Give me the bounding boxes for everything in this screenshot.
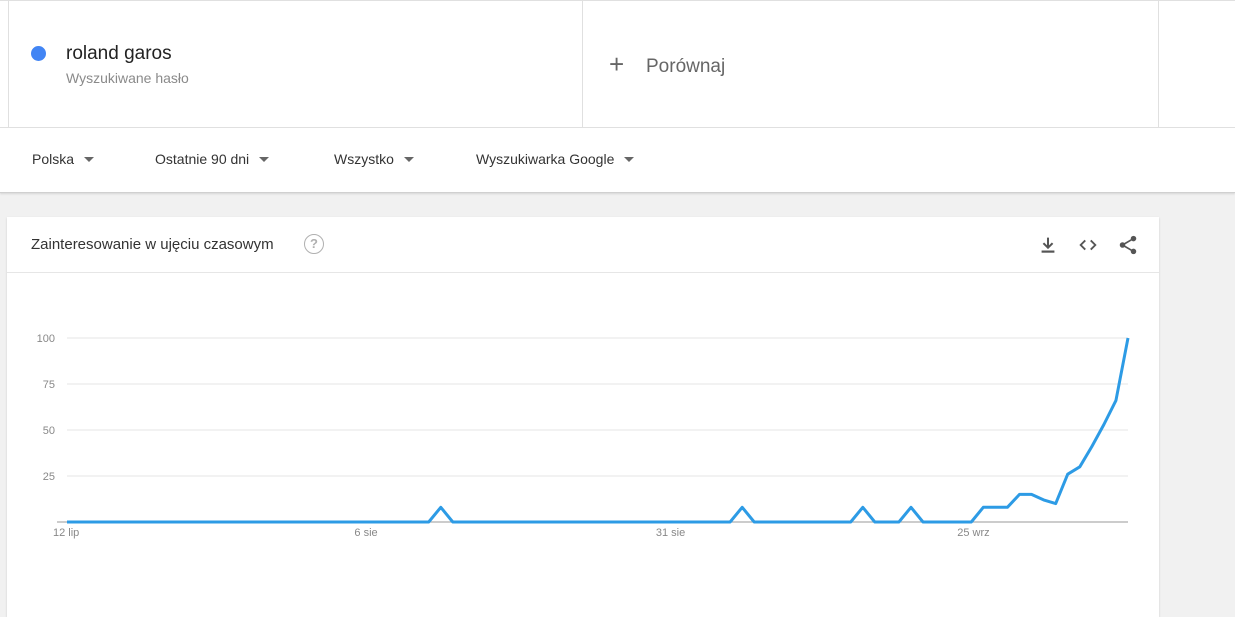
plus-icon: +: [609, 49, 625, 79]
filter-search-type[interactable]: Wyszukiwarka Google: [476, 151, 635, 167]
caret-down-icon: [403, 156, 414, 162]
search-terms-bar: roland garos Wyszukiwane hasło + Porówna…: [0, 0, 1235, 128]
search-term-subtitle: Wyszukiwane hasło: [66, 70, 189, 86]
y-tick-label: 50: [43, 425, 55, 437]
x-tick-label: 25 wrz: [957, 527, 989, 539]
compare-label: Porównaj: [646, 56, 726, 77]
search-term-name[interactable]: roland garos: [66, 43, 172, 65]
embed-icon[interactable]: [1077, 234, 1099, 256]
card-title: Zainteresowanie w ujęciu czasowym: [31, 236, 274, 253]
filter-time-range[interactable]: Ostatnie 90 dni: [155, 151, 270, 167]
x-tick-label: 12 lip: [53, 527, 79, 539]
chart-grid: [57, 337, 1128, 523]
caret-down-icon: [84, 156, 95, 162]
y-tick-label: 75: [43, 379, 55, 391]
explore-header: roland garos Wyszukiwane hasło + Porówna…: [0, 0, 1235, 193]
card-header: Zainteresowanie w ujęciu czasowym ?: [7, 217, 1159, 273]
compare-button[interactable]: + Porównaj: [583, 1, 1159, 128]
filters-bar: Polska Ostatnie 90 dni Wszystko Wyszukiw…: [0, 128, 1235, 192]
x-tick-label: 6 sie: [354, 527, 377, 539]
term-color-dot: [31, 46, 46, 61]
download-icon[interactable]: [1037, 234, 1059, 256]
share-icon[interactable]: [1117, 234, 1139, 256]
x-tick-label: 31 sie: [656, 527, 685, 539]
interest-chart: 25 50 75 100 12 lip 6 sie 31 sie 25 wrz: [37, 333, 1130, 539]
filter-category[interactable]: Wszystko: [334, 151, 414, 167]
y-axis-ticks: 25 50 75 100: [37, 333, 55, 483]
filter-search-type-label: Wyszukiwarka Google: [476, 151, 615, 167]
y-tick-label: 100: [37, 333, 55, 345]
filter-time-range-label: Ostatnie 90 dni: [155, 151, 250, 167]
y-tick-label: 25: [43, 471, 55, 483]
x-axis-ticks: 12 lip 6 sie 31 sie 25 wrz: [53, 527, 990, 539]
help-icon[interactable]: ?: [304, 234, 324, 254]
filter-category-label: Wszystko: [334, 151, 394, 167]
filter-region[interactable]: Polska: [32, 151, 95, 167]
caret-down-icon: [259, 156, 270, 162]
caret-down-icon: [624, 156, 635, 162]
filter-region-label: Polska: [32, 151, 75, 167]
search-term-card[interactable]: roland garos Wyszukiwane hasło: [8, 1, 583, 128]
interest-over-time-card: Zainteresowanie w ujęciu czasowym ? 25 50…: [7, 217, 1159, 617]
